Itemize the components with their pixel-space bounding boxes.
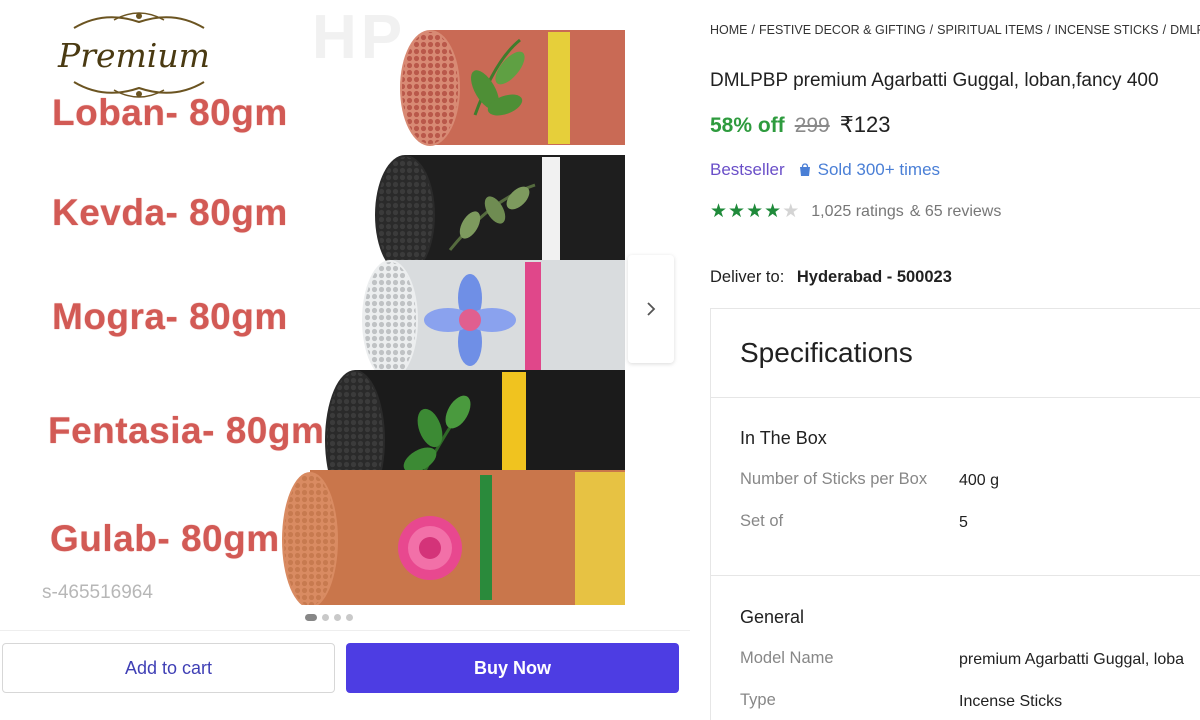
breadcrumb-home[interactable]: HOME bbox=[710, 23, 748, 37]
breadcrumb-spiritual-items[interactable]: SPIRITUAL ITEMS bbox=[937, 23, 1043, 37]
star-rating: ★ ★ ★ ★ ★ bbox=[710, 202, 799, 221]
product-details: HOME / FESTIVE DECOR & GIFTING / SPIRITUAL… bbox=[710, 0, 1200, 720]
star-icon: ★ bbox=[710, 201, 728, 222]
specifications-card: Specifications In The Box Number of Stic… bbox=[710, 308, 1200, 720]
product-gallery: HP Premium Loban- 80gm Kevda- 80gm Mogra… bbox=[0, 0, 690, 720]
spec-key: Number of Sticks per Box bbox=[740, 470, 928, 488]
sold-count-text: Sold 300+ times bbox=[817, 160, 941, 179]
selling-price: ₹123 bbox=[839, 112, 891, 137]
incense-bundles-illustration bbox=[282, 30, 625, 605]
bestseller-badge: Bestseller bbox=[710, 160, 785, 179]
product-title: DMLPBP premium Agarbatti Guggal, loban,f… bbox=[710, 70, 1159, 91]
reviews-count: & 65 reviews bbox=[909, 202, 1002, 220]
variant-loban: Loban- 80gm bbox=[52, 92, 288, 133]
spec-value: 5 bbox=[959, 514, 968, 531]
breadcrumb-separator: / bbox=[1162, 23, 1167, 37]
breadcrumb-festive-decor[interactable]: FESTIVE DECOR & GIFTING bbox=[759, 23, 926, 37]
rating-row[interactable]: ★ ★ ★ ★ ★ 1,025 ratings & 65 reviews bbox=[710, 202, 1001, 221]
carousel-indicators bbox=[305, 614, 353, 621]
star-icon: ★ bbox=[764, 201, 782, 222]
product-image[interactable]: HP Premium Loban- 80gm Kevda- 80gm Mogra… bbox=[0, 0, 625, 610]
divider bbox=[711, 575, 1200, 576]
spec-key: Set of bbox=[740, 512, 784, 530]
variant-kevda: Kevda- 80gm bbox=[52, 192, 288, 233]
chevron-right-icon bbox=[647, 302, 656, 316]
original-price: 299 bbox=[794, 114, 830, 137]
breadcrumb-separator: / bbox=[929, 23, 934, 37]
deliver-label: Deliver to: bbox=[710, 268, 785, 286]
variant-mogra: Mogra- 80gm bbox=[52, 296, 288, 337]
spec-key: Model Name bbox=[740, 649, 834, 667]
product-code: s-465516964 bbox=[42, 582, 153, 603]
carousel-dot[interactable] bbox=[322, 614, 329, 621]
carousel-dot[interactable] bbox=[346, 614, 353, 621]
purchase-actions: Add to cart Buy Now bbox=[0, 630, 690, 720]
deliver-location-value: Hyderabad - 500023 bbox=[796, 268, 952, 286]
add-to-cart-button[interactable]: Add to cart bbox=[2, 643, 335, 693]
spec-value: Incense Sticks bbox=[959, 693, 1063, 710]
delivery-location[interactable]: Deliver to: Hyderabad - 500023 bbox=[710, 268, 952, 287]
specifications-heading: Specifications bbox=[740, 337, 913, 368]
spec-group-general: General bbox=[740, 607, 805, 627]
buy-now-button[interactable]: Buy Now bbox=[346, 643, 679, 693]
divider bbox=[711, 397, 1200, 398]
carousel-next-button[interactable] bbox=[628, 255, 674, 363]
ratings-count: 1,025 ratings bbox=[811, 202, 904, 220]
breadcrumb: HOME / FESTIVE DECOR & GIFTING / SPIRITUAL… bbox=[710, 23, 1200, 37]
sold-count-badge: Sold 300+ times bbox=[797, 160, 940, 180]
star-icon: ★ bbox=[782, 201, 800, 222]
spec-group-in-the-box: In The Box bbox=[740, 428, 827, 448]
carousel-dot[interactable] bbox=[305, 614, 317, 621]
badge-row: Bestseller Sold 300+ times bbox=[710, 160, 940, 180]
price-row: 58% off 299 ₹123 bbox=[710, 112, 890, 138]
star-icon: ★ bbox=[728, 201, 746, 222]
spec-value: 400 g bbox=[959, 472, 1000, 489]
spec-key: Type bbox=[740, 691, 776, 709]
shopping-bag-icon bbox=[799, 163, 810, 176]
carousel-dot[interactable] bbox=[334, 614, 341, 621]
discount-percent: 58% off bbox=[710, 114, 785, 137]
star-icon: ★ bbox=[746, 201, 764, 222]
spec-value: premium Agarbatti Guggal, loba bbox=[959, 651, 1185, 668]
breadcrumb-separator: / bbox=[1046, 23, 1051, 37]
breadcrumb-current: DMLPBP bbox=[1170, 23, 1200, 37]
premium-label: Premium bbox=[58, 36, 210, 75]
variant-gulab: Gulab- 80gm bbox=[50, 518, 280, 559]
breadcrumb-separator: / bbox=[751, 23, 755, 37]
breadcrumb-incense-sticks[interactable]: INCENSE STICKS bbox=[1054, 23, 1158, 37]
